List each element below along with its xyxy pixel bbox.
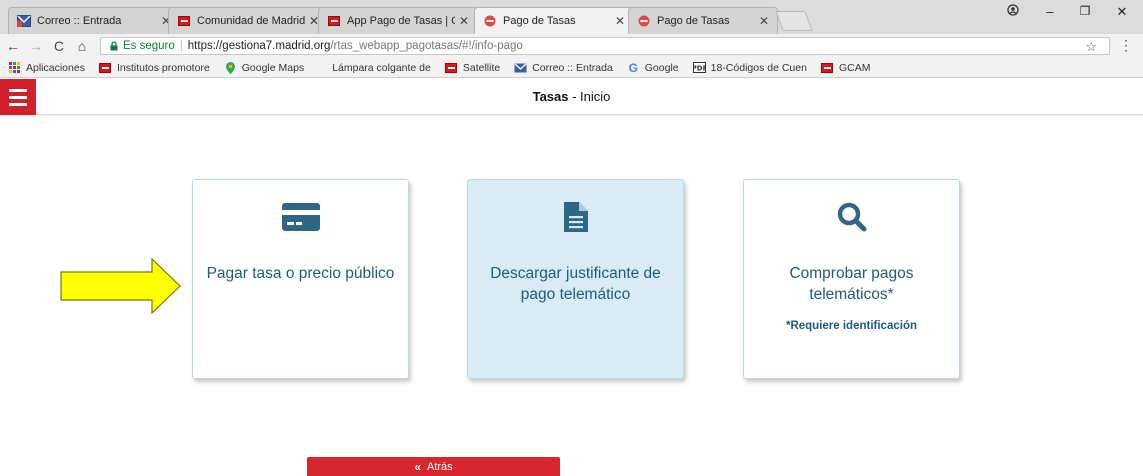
bookmark-item[interactable]: GCAM bbox=[821, 62, 870, 74]
browser-tab[interactable]: Pago de Tasas ✕ bbox=[628, 7, 778, 34]
browser-tab-strip: Correo :: Entrada ✕ Comunidad de Madrid … bbox=[0, 0, 1143, 34]
search-icon bbox=[744, 202, 959, 232]
bookmarks-bar: Aplicaciones Institutos promotore Google… bbox=[0, 58, 1143, 78]
madrid-icon bbox=[99, 62, 112, 73]
bookmark-star-icon[interactable]: ☆ bbox=[1085, 39, 1097, 55]
browser-tab[interactable]: Comunidad de Madrid ✕ bbox=[168, 7, 328, 34]
card-descargar-justificante[interactable]: Descargar justificante de pago telemátic… bbox=[467, 179, 684, 379]
forward-arrow-icon[interactable]: → bbox=[26, 38, 46, 54]
mail-icon bbox=[514, 62, 527, 73]
card-label: Pagar tasa o precio público bbox=[206, 265, 395, 282]
profile-icon[interactable] bbox=[1003, 4, 1023, 19]
bookmark-item[interactable]: Aplicaciones bbox=[8, 62, 85, 74]
google-icon: G bbox=[628, 60, 638, 75]
madrid-icon bbox=[821, 62, 834, 73]
lock-icon bbox=[110, 41, 118, 51]
app-header: Tasas - Inicio bbox=[0, 79, 1143, 115]
close-icon[interactable]: ✕ bbox=[615, 14, 625, 28]
yellow-arrow-icon bbox=[60, 258, 181, 314]
map-pin-icon bbox=[224, 61, 237, 74]
restore-icon[interactable]: ❐ bbox=[1075, 4, 1095, 18]
reload-icon[interactable]: C bbox=[49, 38, 69, 54]
bookmark-item[interactable]: Satellite bbox=[445, 62, 500, 74]
card-label: Descargar justificante de pago telemátic… bbox=[490, 265, 661, 303]
url-path: /rtas_webapp_pagotasas/#!/info-pago bbox=[330, 40, 523, 52]
bookmark-item[interactable]: Correo :: Entrada bbox=[514, 62, 613, 74]
bookmark-item[interactable]: G Google bbox=[627, 60, 679, 75]
minimize-icon[interactable]: – bbox=[1040, 4, 1060, 19]
madrid-icon bbox=[445, 62, 458, 73]
address-separator: | bbox=[179, 40, 183, 52]
bookmark-item[interactable]: Institutos promotore bbox=[99, 62, 210, 74]
home-icon[interactable]: ⌂ bbox=[72, 38, 92, 54]
madrid-icon bbox=[327, 14, 341, 28]
browser-tab[interactable]: Correo :: Entrada ✕ bbox=[8, 7, 180, 34]
page-title: Tasas - Inicio bbox=[532, 89, 611, 104]
menu-kebab-icon[interactable]: ⋮ bbox=[1119, 37, 1133, 54]
url-host: https://gestiona7.madrid.org bbox=[187, 40, 331, 52]
svg-text:PDF: PDF bbox=[693, 65, 706, 73]
close-window-icon[interactable]: ✕ bbox=[1112, 4, 1132, 20]
card-label: Comprobar pagos telemáticos* bbox=[789, 265, 914, 303]
bookmark-item[interactable]: Lámpara colgante de bbox=[332, 62, 431, 74]
browser-tab[interactable]: App Pago de Tasas | Com ✕ bbox=[318, 7, 478, 34]
red-circle-icon bbox=[637, 14, 651, 28]
address-bar[interactable]: Es seguro | https://gestiona7.madrid.org… bbox=[100, 37, 1110, 55]
back-button[interactable]: « Atrás bbox=[307, 457, 560, 476]
red-circle-icon bbox=[483, 14, 497, 28]
back-button-label: Atrás bbox=[427, 460, 453, 473]
double-chevron-left-icon: « bbox=[414, 459, 421, 474]
close-icon[interactable]: ✕ bbox=[759, 14, 769, 28]
secure-label: Es seguro bbox=[123, 40, 175, 52]
apps-grid-icon bbox=[8, 62, 21, 73]
card-note: *Requiere identificación bbox=[785, 320, 917, 332]
back-arrow-icon[interactable]: ← bbox=[3, 38, 23, 54]
card-pagar-tasa[interactable]: Pagar tasa o precio público bbox=[192, 179, 409, 379]
new-tab-button[interactable] bbox=[775, 11, 813, 31]
bookmark-item[interactable]: Google Maps bbox=[224, 61, 304, 74]
document-icon bbox=[468, 202, 683, 232]
credit-card-icon bbox=[193, 202, 408, 232]
mail-icon bbox=[17, 14, 31, 28]
close-icon[interactable]: ✕ bbox=[459, 14, 469, 28]
browser-toolbar: ← → C ⌂ Es seguro | https://gestiona7.ma… bbox=[0, 34, 1143, 58]
browser-tab-active[interactable]: Pago de Tasas ✕ bbox=[474, 7, 634, 34]
card-comprobar-pagos[interactable]: Comprobar pagos telemáticos* *Requiere i… bbox=[743, 179, 960, 379]
madrid-icon bbox=[177, 14, 191, 28]
pdf-icon: PDF bbox=[692, 62, 706, 73]
bookmark-item[interactable]: PDF 18-Códigos de Cuen bbox=[692, 62, 807, 74]
